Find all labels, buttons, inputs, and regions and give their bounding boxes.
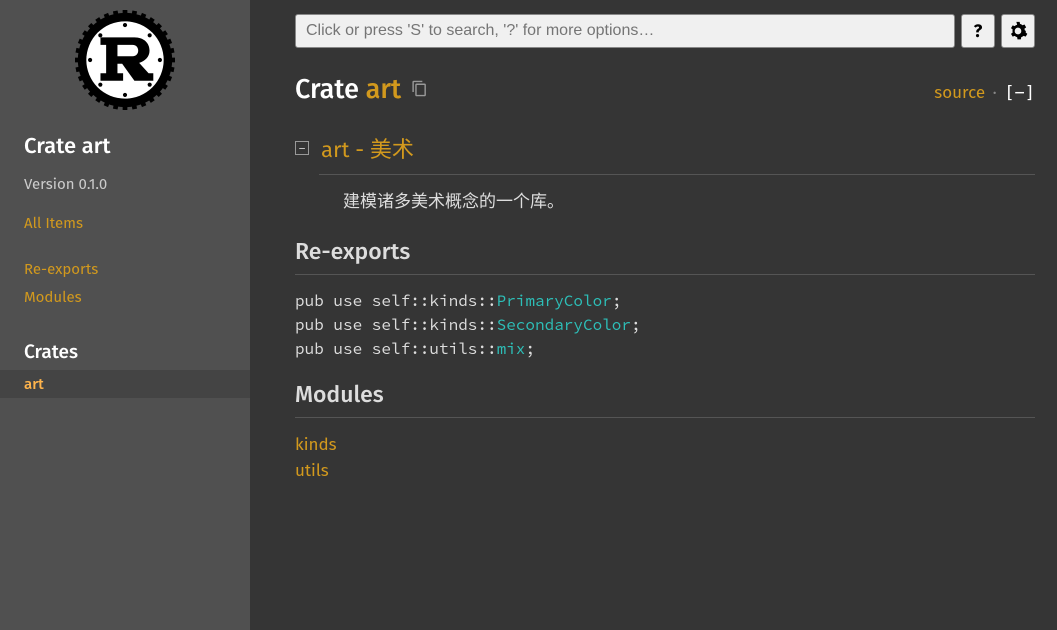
module-link-kinds[interactable]: kinds	[295, 432, 1035, 458]
reexport-item: pub use self::kinds::SecondaryColor;	[295, 313, 1035, 337]
all-items-link[interactable]: All Items	[0, 209, 250, 237]
sidebar: Crate art Version 0.1.0 All Items Re-exp…	[0, 0, 250, 630]
sidebar-link-reexports[interactable]: Re-exports	[0, 255, 250, 283]
help-button[interactable]: ?	[961, 14, 995, 48]
search-input[interactable]	[295, 14, 955, 48]
sidebar-link-modules[interactable]: Modules	[0, 283, 250, 311]
gear-icon	[1008, 21, 1028, 41]
settings-button[interactable]	[1001, 14, 1035, 48]
rust-logo[interactable]	[0, 0, 250, 120]
modules-heading: Modules	[295, 381, 1035, 418]
reexport-item: pub use self::utils::mix;	[295, 337, 1035, 361]
type-link-mix[interactable]: mix	[497, 339, 526, 359]
reexports-heading: Re-exports	[295, 238, 1035, 275]
copy-path-icon[interactable]	[411, 79, 428, 103]
title-row: Crate art source · [−]	[295, 74, 1035, 106]
crate-description-block: − art - 美术 建模诸多美术概念的一个库。	[295, 132, 1035, 218]
sidebar-title: Crate art	[0, 120, 250, 167]
crate-doc-heading: art - 美术	[321, 132, 414, 164]
top-bar: ?	[295, 14, 1035, 48]
section-collapse-toggle[interactable]: −	[295, 141, 309, 155]
collapse-all-toggle[interactable]: [−]	[1004, 83, 1035, 103]
module-link-utils[interactable]: utils	[295, 458, 1035, 484]
main-content: ? Crate art source · [−] − art - 美术	[250, 0, 1057, 630]
modules-list: kinds utils	[295, 432, 1035, 483]
crate-item-art[interactable]: art	[0, 370, 250, 398]
version-text: Version 0.1.0	[0, 167, 250, 205]
reexports-list: pub use self::kinds::PrimaryColor; pub u…	[295, 289, 1035, 361]
reexport-item: pub use self::kinds::PrimaryColor;	[295, 289, 1035, 313]
type-link-secondarycolor[interactable]: SecondaryColor	[497, 315, 631, 335]
type-link-primarycolor[interactable]: PrimaryColor	[497, 291, 612, 311]
crate-doc-description: 建模诸多美术概念的一个库。	[319, 174, 1035, 218]
page-title: Crate art	[295, 74, 401, 106]
source-link[interactable]: source	[934, 82, 985, 103]
crates-heading: Crates	[0, 325, 250, 370]
